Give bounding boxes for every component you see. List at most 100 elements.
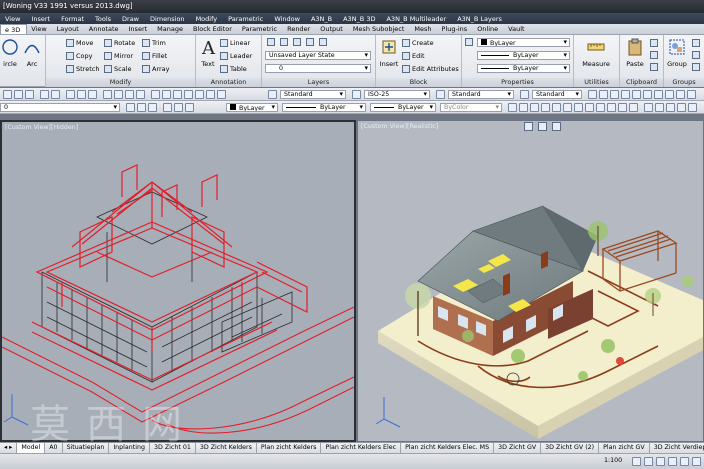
measure-button[interactable]: Measure (578, 38, 614, 68)
ucs-3point-icon[interactable] (596, 103, 605, 112)
group-select-icon[interactable] (692, 63, 700, 71)
zoom-window-icon[interactable] (125, 90, 134, 99)
ucs-y-icon[interactable] (618, 103, 627, 112)
ucs-world-icon[interactable] (519, 103, 528, 112)
groups-panel-title[interactable]: Groups (664, 78, 704, 87)
layer-dropdown[interactable]: 0 (265, 64, 371, 73)
create-block-button[interactable]: Create (402, 39, 434, 47)
viewport-left[interactable]: [Custom View][Hidden] (0, 120, 356, 442)
view-nw-iso-icon[interactable] (687, 90, 696, 99)
rotate-button[interactable]: Rotate (104, 39, 135, 47)
menu-window[interactable]: Window (269, 15, 306, 23)
color-dropdown[interactable]: ByLayer (477, 38, 570, 47)
edit-block-button[interactable]: Edit (402, 52, 425, 60)
circle-button[interactable]: ircle (1, 38, 19, 68)
layer-manager-icon[interactable] (126, 103, 135, 112)
linetype-dropdown[interactable]: ByLayer (477, 51, 570, 60)
group-button[interactable]: Group (666, 38, 688, 68)
layout-tab-model[interactable]: Model (17, 443, 46, 453)
fillet-button[interactable]: Fillet (142, 52, 167, 60)
tab-view[interactable]: View (27, 25, 52, 33)
match-properties-button[interactable] (465, 38, 473, 46)
layout-tab-planzicht-gv[interactable]: Plan zicht GV (599, 443, 650, 453)
text-style-dropdown[interactable]: Standard (280, 90, 346, 99)
mleader-style-dropdown[interactable]: Standard (532, 90, 582, 99)
make-current-icon[interactable] (148, 103, 157, 112)
hardware-accel-icon[interactable] (680, 457, 689, 466)
ucs-face-icon[interactable] (541, 103, 550, 112)
view-ne-iso-icon[interactable] (676, 90, 685, 99)
workspace-icon[interactable] (644, 457, 653, 466)
zoom-previous-icon[interactable] (136, 90, 145, 99)
ungroup-icon[interactable] (692, 39, 700, 47)
clean-screen-icon[interactable] (692, 457, 701, 466)
new-file-icon[interactable] (3, 90, 12, 99)
menu-insert[interactable]: Insert (26, 15, 56, 23)
layout-tab-3d-zicht-kelders[interactable]: 3D Zicht Kelders (196, 443, 257, 453)
match-icon[interactable] (650, 63, 658, 71)
stretch-button[interactable]: Stretch (66, 65, 99, 73)
preview-icon[interactable] (51, 90, 60, 99)
layout-tab-3d-zicht-gv[interactable]: 3D Zicht GV (494, 443, 542, 453)
lock-ui-icon[interactable] (656, 457, 665, 466)
block-panel-title[interactable]: Block (376, 78, 461, 87)
copy-clip-icon[interactable] (650, 51, 658, 59)
view-back-icon[interactable] (643, 90, 652, 99)
menu-a3n-b[interactable]: A3N_B (306, 15, 338, 23)
mirror-button[interactable]: Mirror (104, 52, 133, 60)
ucs-icon[interactable] (508, 103, 517, 112)
isolate-objects-icon[interactable] (668, 457, 677, 466)
plotstyle-combo[interactable]: ByColor (440, 103, 502, 112)
layers-panel-title[interactable]: Layers (262, 78, 375, 87)
dim-style-dropdown[interactable]: ISO-25 (364, 90, 430, 99)
modify-panel-title[interactable]: Modify (46, 78, 195, 87)
help-icon[interactable] (217, 90, 226, 99)
tab-home-3d[interactable]: e 3D (0, 24, 28, 34)
copy-button[interactable]: Copy (66, 52, 93, 60)
save-icon[interactable] (25, 90, 34, 99)
linear-button[interactable]: Linear (220, 39, 250, 47)
view-bottom-icon[interactable] (599, 90, 608, 99)
view-front-icon[interactable] (632, 90, 641, 99)
clipboard-panel-title[interactable]: Clipboard (620, 78, 663, 87)
lineweight-combo[interactable]: ByLayer (370, 103, 436, 112)
view-se-iso-icon[interactable] (665, 90, 674, 99)
layout-tab-a0[interactable]: A0 (45, 443, 63, 453)
tab-mesh[interactable]: Mesh (410, 25, 437, 33)
ucs-object-icon[interactable] (552, 103, 561, 112)
markup-icon[interactable] (195, 90, 204, 99)
walk-icon[interactable] (677, 103, 686, 112)
redo-icon[interactable] (88, 90, 97, 99)
layer-isolate-icon[interactable] (293, 38, 301, 46)
tool-palettes-icon[interactable] (173, 90, 182, 99)
tab-insert[interactable]: Insert (125, 25, 154, 33)
open-file-icon[interactable] (14, 90, 23, 99)
layer-previous-icon[interactable] (137, 103, 146, 112)
annotation-visibility-icon[interactable] (632, 457, 641, 466)
arc-button[interactable]: Arc (22, 38, 42, 68)
menu-parametric[interactable]: Parametric (223, 15, 269, 23)
menu-a3n-b-3d[interactable]: A3N_B 3D (338, 15, 381, 23)
layer-lock-icon[interactable] (319, 38, 327, 46)
lineweight-dropdown[interactable]: ByLayer (477, 64, 570, 73)
layer-state-dropdown[interactable]: Unsaved Layer State (265, 51, 371, 60)
layer-properties-icon[interactable] (267, 38, 275, 46)
menu-a3n-b-layers[interactable]: A3N_B Layers (452, 15, 508, 23)
menu-dimension[interactable]: Dimension (145, 15, 191, 23)
layout-tab-3d-zicht-01[interactable]: 3D Zicht 01 (150, 443, 196, 453)
quickcalc-icon[interactable] (206, 90, 215, 99)
table-style-dropdown[interactable]: Standard (448, 90, 514, 99)
tab-parametric[interactable]: Parametric (238, 25, 283, 33)
menu-a3n-b-multileader[interactable]: A3N_B Multileader (381, 15, 452, 23)
nav-arrows[interactable]: ◂ ▸ (0, 443, 18, 453)
tab-online[interactable]: Online (473, 25, 504, 33)
ucs-x-icon[interactable] (607, 103, 616, 112)
viewport-right[interactable]: [Custom View][Realistic] (357, 120, 704, 442)
ucs-zaxis-icon[interactable] (585, 103, 594, 112)
table-button[interactable]: Table (220, 65, 247, 73)
menu-tools[interactable]: Tools (90, 15, 117, 23)
scale-button[interactable]: Scale (104, 65, 132, 73)
ucs-z-icon[interactable] (629, 103, 638, 112)
ucs-origin-icon[interactable] (574, 103, 583, 112)
view-left-icon[interactable] (610, 90, 619, 99)
